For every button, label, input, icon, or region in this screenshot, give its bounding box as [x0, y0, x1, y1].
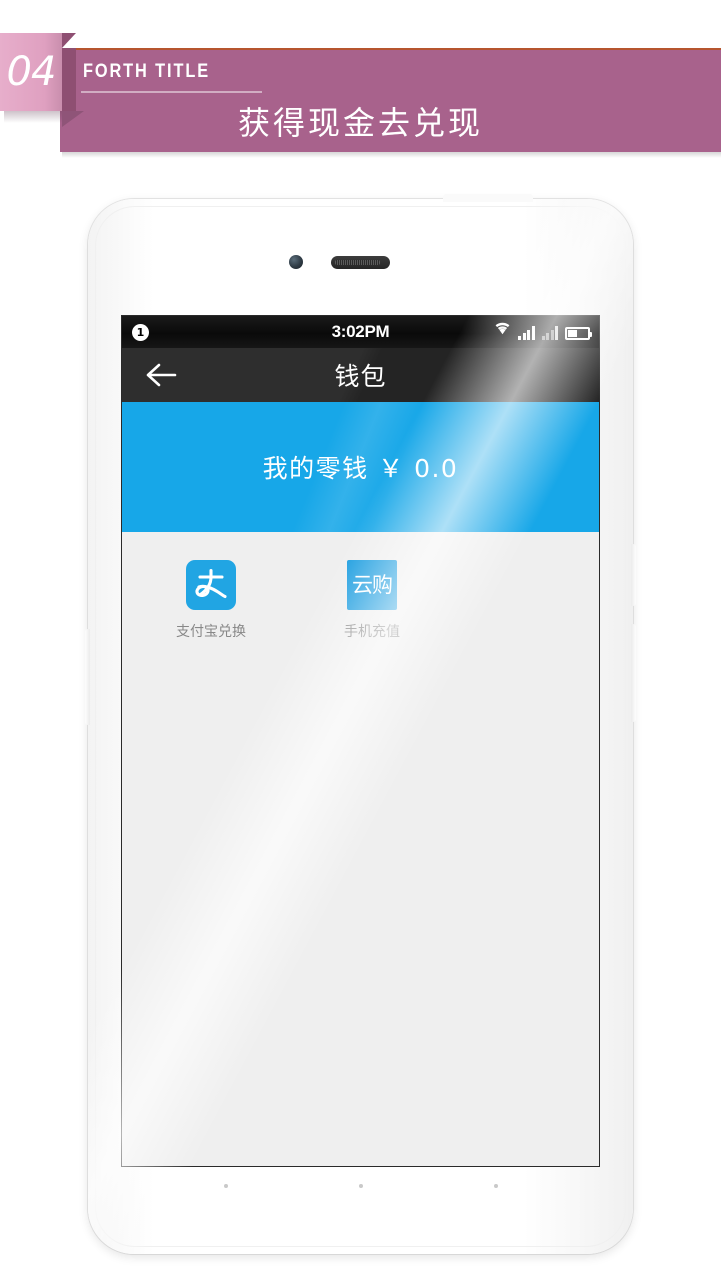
phone-nav-dots — [88, 1184, 633, 1188]
app-shortcut-yungou[interactable]: 云购 手机充值 — [335, 560, 409, 641]
phone-screen: 1 3:02PM 钱包 我的零钱 ￥ 0.0 支付宝兑换 云购 手机充值 — [121, 315, 600, 1167]
signal-bars-icon-2 — [541, 326, 558, 340]
battery-icon — [565, 327, 592, 340]
status-bar-icons — [494, 321, 592, 340]
app-title: 钱包 — [334, 362, 387, 391]
nav-dot-back[interactable] — [223, 1184, 228, 1188]
phone-mockup: 1 3:02PM 钱包 我的零钱 ￥ 0.0 支付宝兑换 云购 手机充值 — [85, 194, 636, 1254]
nav-dot-menu[interactable] — [493, 1184, 498, 1188]
balance-text: 我的零钱 ￥ 0.0 — [262, 454, 459, 483]
header-banner-shadow — [62, 152, 721, 158]
volume-button-right[interactable] — [631, 624, 636, 722]
speaker-mesh — [335, 260, 380, 265]
app-shortcut-grid: 支付宝兑换 云购 手机充值 — [122, 532, 599, 641]
front-camera-icon — [289, 255, 303, 269]
number-tab-fold-corner — [62, 33, 76, 48]
header-eyebrow-underline — [81, 91, 262, 93]
app-shortcut-alipay[interactable]: 支付宝兑换 — [174, 560, 248, 641]
header-eyebrow-text: FORTH TITLE — [83, 61, 211, 82]
phone-top-notch — [443, 194, 533, 202]
page-title: 获得现金去兑现 — [237, 104, 483, 142]
volume-button-left[interactable] — [85, 629, 90, 725]
app-label: 手机充值 — [344, 624, 400, 640]
yungou-icon-glyph: 云购 — [352, 572, 393, 597]
power-button[interactable] — [631, 544, 636, 606]
earpiece-speaker-icon — [331, 256, 390, 269]
balance-banner: 我的零钱 ￥ 0.0 — [122, 402, 599, 532]
page-header-banner: 04 FORTH TITLE 获得现金去兑现 — [0, 0, 721, 180]
nav-dot-home[interactable] — [358, 1184, 363, 1188]
app-label: 支付宝兑换 — [176, 624, 246, 640]
alipay-icon — [186, 560, 236, 610]
status-bar: 1 3:02PM — [122, 316, 599, 348]
signal-bars-icon-1 — [518, 326, 535, 340]
section-number-label: 04 — [6, 49, 57, 95]
app-title-bar: 钱包 — [122, 348, 599, 402]
yungou-icon: 云购 — [347, 560, 397, 610]
wifi-icon — [494, 321, 511, 340]
